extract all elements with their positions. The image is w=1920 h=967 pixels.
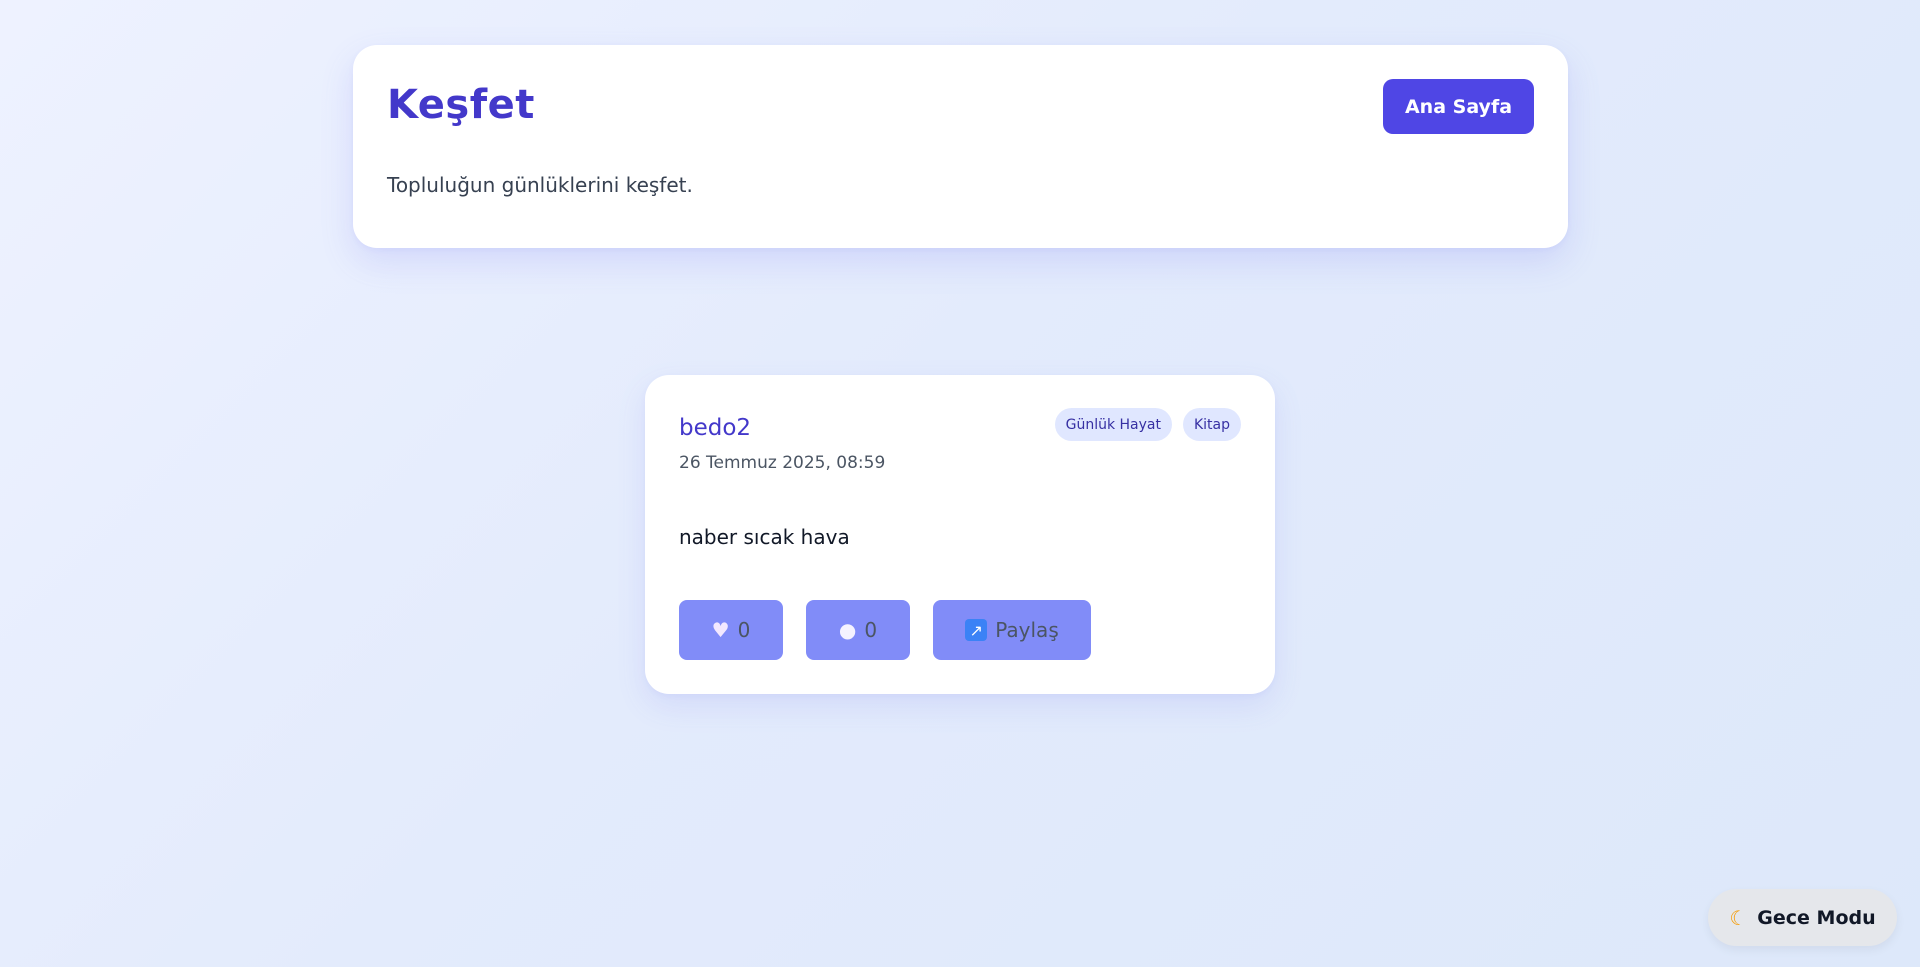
heart-icon: ♥ [711,618,730,642]
like-count: 0 [737,618,751,642]
speech-bubble-icon: ● [838,618,857,642]
post-actions: ♥ 0 ● 0 ↗ Paylaş [679,600,1091,660]
tag-gunluk-hayat[interactable]: Günlük Hayat [1054,408,1172,441]
share-arrow-icon: ↗ [965,619,988,641]
share-button[interactable]: ↗ Paylaş [933,600,1091,660]
post-content: naber sıcak hava [679,525,850,549]
night-mode-label: Gece Modu [1757,906,1876,929]
post-card: bedo2 26 Temmuz 2025, 08:59 Günlük Hayat… [645,375,1275,694]
page-title: Keşfet [387,82,535,128]
header-card: Keşfet Ana Sayfa Topluluğun günlüklerini… [353,45,1568,248]
share-label: Paylaş [995,618,1059,642]
home-button[interactable]: Ana Sayfa [1383,79,1534,134]
night-mode-button[interactable]: ☾ Gece Modu [1708,889,1897,946]
post-date: 26 Temmuz 2025, 08:59 [679,453,886,473]
tag-kitap[interactable]: Kitap [1182,408,1241,441]
post-author[interactable]: bedo2 [679,415,751,441]
comment-button[interactable]: ● 0 [806,600,910,660]
like-button[interactable]: ♥ 0 [679,600,783,660]
comment-count: 0 [864,618,878,642]
page-subtitle: Topluluğun günlüklerini keşfet. [387,173,693,197]
moon-icon: ☾ [1729,905,1748,930]
post-tags: Günlük Hayat Kitap [1054,408,1241,441]
